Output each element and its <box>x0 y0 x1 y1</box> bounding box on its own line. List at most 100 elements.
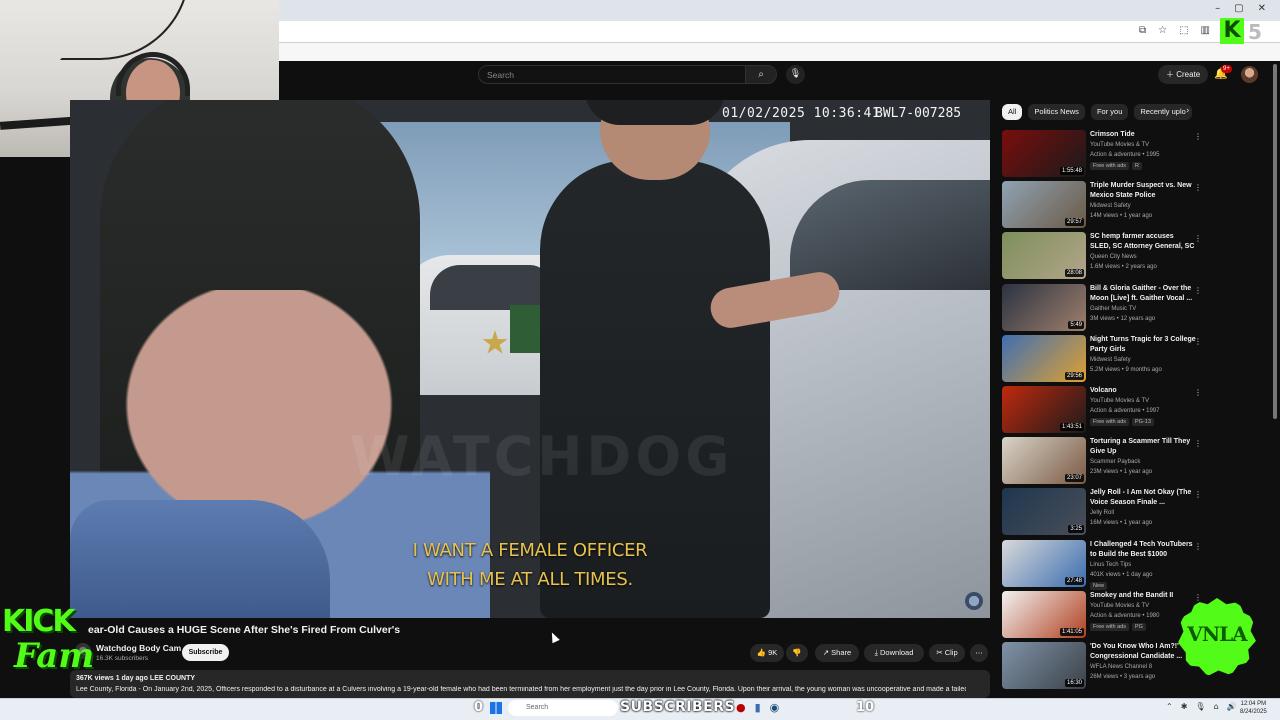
rating-badge: PG <box>1132 622 1146 631</box>
volume-icon[interactable]: 🔊 <box>1227 702 1237 711</box>
more-options-icon[interactable]: ⋮ <box>1194 490 1202 499</box>
video-thumbnail[interactable]: 29:56 <box>1002 334 1086 382</box>
video-thumbnail[interactable]: 27:48 <box>1002 539 1086 587</box>
download-button[interactable]: ⤓ Download <box>864 644 924 662</box>
bluetooth-icon[interactable]: ✱ <box>1181 702 1188 711</box>
more-options-icon[interactable]: ⋮ <box>1194 542 1202 551</box>
recommendation-channel[interactable]: YouTube Movies & TV <box>1090 398 1149 404</box>
taskbar-search[interactable]: Search <box>508 700 618 716</box>
chip-politics-news[interactable]: Politics News <box>1028 104 1085 120</box>
description-box[interactable] <box>70 670 990 698</box>
recommendation-channel[interactable]: Midwest Safety <box>1090 357 1131 363</box>
more-options-icon[interactable]: ⋮ <box>1194 132 1202 141</box>
minimize-button[interactable]: – <box>1215 3 1220 14</box>
recommendation-item[interactable]: 1:43:51 Volcano YouTube Movies & TV Action … <box>1002 386 1202 434</box>
recommendation-title[interactable]: I Challenged 4 Tech YouTubers to Build t… <box>1090 540 1196 560</box>
recommendation-item[interactable]: 5:49 Bill & Gloria Gaither - Over the Moo… <box>1002 283 1202 332</box>
video-thumbnail[interactable]: 29:57 <box>1002 181 1086 229</box>
cast-icon[interactable]: ⧉ <box>1139 25 1146 36</box>
recommendation-title[interactable]: SC hemp farmer accuses SLED, SC Attorney… <box>1090 232 1196 252</box>
mic-tray-icon[interactable]: 🎙 <box>1195 702 1205 711</box>
recommendation-channel[interactable]: YouTube Movies & TV <box>1090 142 1149 148</box>
more-actions-button[interactable]: ⋯ <box>970 644 988 662</box>
recommendation-title[interactable]: Night Turns Tragic for 3 College Party G… <box>1090 335 1196 355</box>
duration-badge: 27:48 <box>1064 576 1084 585</box>
rating-badge: New <box>1090 581 1108 590</box>
recommendation-channel[interactable]: Midwest Safety <box>1090 203 1131 209</box>
sidebar-icon[interactable]: ▥ <box>1201 25 1210 36</box>
recommendation-title[interactable]: Torturing a Scammer Till They Give Up <box>1090 437 1196 457</box>
recommendation-item[interactable]: 28:08 SC hemp farmer accuses SLED, SC Att… <box>1002 232 1202 280</box>
create-button[interactable]: ＋ Create <box>1158 65 1209 84</box>
recommendation-channel[interactable]: YouTube Movies & TV <box>1090 603 1149 609</box>
more-options-icon[interactable]: ⋮ <box>1194 183 1202 192</box>
video-thumbnail[interactable]: 1:43:51 <box>1002 386 1086 433</box>
search-button[interactable]: ⌕ <box>745 65 777 84</box>
channel-watermark-icon[interactable] <box>965 592 983 610</box>
recommendation-title[interactable]: Triple Murder Suspect vs. New Mexico Sta… <box>1090 181 1196 201</box>
page-scrollbar[interactable] <box>1273 64 1277 419</box>
recommendation-item[interactable]: 29:56 Night Turns Tragic for 3 College Pa… <box>1002 334 1202 383</box>
video-player[interactable]: WATCHDOG 01/02/2025 10:36:41 BWL7-007285… <box>70 100 990 618</box>
recommendation-channel[interactable]: Jelly Roll <box>1090 510 1114 516</box>
account-avatar[interactable] <box>1241 66 1258 83</box>
recommendation-title[interactable]: Bill & Gloria Gaither - Over the Moon [L… <box>1090 284 1196 304</box>
chip-for-you[interactable]: For you <box>1090 104 1129 120</box>
windows-start-icon[interactable] <box>490 702 502 714</box>
more-options-icon[interactable]: ⋮ <box>1194 593 1202 602</box>
network-icon[interactable]: ⌂ <box>1214 702 1219 711</box>
recommendation-item[interactable]: 23:07 Torturing a Scammer Till They Give … <box>1002 437 1202 485</box>
file-icon[interactable]: ▮ <box>755 701 761 714</box>
video-thumbnail[interactable]: 23:07 <box>1002 437 1086 485</box>
recommendation-item[interactable]: 27:48 I Challenged 4 Tech YouTubers to Bu… <box>1002 539 1202 590</box>
channel-name[interactable]: Watchdog Body Cam <box>96 643 181 653</box>
recommendation-title[interactable]: Jelly Roll - I Am Not Okay (The Voice Se… <box>1090 488 1196 508</box>
duration-badge: 16:30 <box>1064 679 1084 687</box>
video-thumbnail[interactable]: 28:08 <box>1002 232 1086 280</box>
extension-icon[interactable]: ⬚ <box>1179 25 1188 36</box>
close-button[interactable]: ✕ <box>1258 3 1266 14</box>
chip-recently-uploaded[interactable]: Recently uplo <box>1134 104 1192 120</box>
star-icon[interactable]: ☆ <box>1158 25 1167 36</box>
maximize-button[interactable]: ▢ <box>1234 3 1243 14</box>
taskbar-clock[interactable]: 12:04 PM 8/24/2025 <box>1240 700 1267 716</box>
recommendation-title[interactable]: Volcano <box>1090 386 1196 396</box>
steam-icon[interactable]: ◉ <box>770 701 780 714</box>
voice-search-button[interactable]: 🎙 <box>786 65 805 84</box>
search-input[interactable]: Search <box>478 65 746 84</box>
recommendation-channel[interactable]: WFLA News Channel 8 <box>1090 664 1152 670</box>
recommendation-badges: New <box>1090 581 1108 590</box>
duration-badge: 1:43:51 <box>1059 423 1084 431</box>
video-thumbnail[interactable]: 3:25 <box>1002 488 1086 536</box>
recommendation-channel[interactable]: Gaither Music TV <box>1090 306 1136 312</box>
recommendation-channel[interactable]: Queen City News <box>1090 254 1137 260</box>
video-thumbnail[interactable]: 5:49 <box>1002 283 1086 331</box>
video-thumbnail[interactable]: 1:55:48 <box>1002 130 1086 177</box>
duration-badge: 5:49 <box>1068 320 1084 329</box>
chip-all[interactable]: All <box>1002 104 1023 120</box>
video-thumbnail[interactable]: 16:30 <box>1002 642 1086 689</box>
recommendation-channel[interactable]: Linus Tech Tips <box>1090 562 1131 568</box>
share-button[interactable]: ↗ Share <box>815 644 859 662</box>
chevron-up-icon[interactable]: ⌃ <box>1166 702 1173 711</box>
recommendation-item[interactable]: 1:55:48 Crimson Tide YouTube Movies & TV Ac… <box>1002 130 1202 178</box>
recommendation-title[interactable]: Smokey and the Bandit II <box>1090 591 1196 601</box>
more-options-icon[interactable]: ⋮ <box>1194 234 1202 243</box>
subscribe-button[interactable]: Subscribe <box>182 644 229 661</box>
more-options-icon[interactable]: ⋮ <box>1194 337 1202 346</box>
more-options-icon[interactable]: ⋮ <box>1194 286 1202 295</box>
chevron-right-icon[interactable]: › <box>1186 106 1190 116</box>
recommendation-item[interactable]: 16:30 'Do You Know Who I Am?!' Congressio… <box>1002 642 1202 690</box>
recommendation-item[interactable]: 29:57 Triple Murder Suspect vs. New Mexic… <box>1002 181 1202 229</box>
more-options-icon[interactable]: ⋮ <box>1194 439 1202 448</box>
dislike-button[interactable]: 👎 <box>786 644 808 662</box>
recommendation-title[interactable]: Crimson Tide <box>1090 130 1196 140</box>
like-button[interactable]: 👍 9K <box>750 644 784 662</box>
video-thumbnail[interactable]: 1:41:05 <box>1002 590 1086 638</box>
recommendation-channel[interactable]: Scammer Payback <box>1090 459 1140 465</box>
recommendation-item[interactable]: 1:41:05 Smokey and the Bandit II YouTube M… <box>1002 590 1202 639</box>
clip-button[interactable]: ✂ Clip <box>929 644 965 662</box>
obs-icon[interactable]: ● <box>736 701 746 714</box>
more-options-icon[interactable]: ⋮ <box>1194 388 1202 397</box>
recommendation-item[interactable]: 3:25 Jelly Roll - I Am Not Okay (The Voic… <box>1002 488 1202 536</box>
